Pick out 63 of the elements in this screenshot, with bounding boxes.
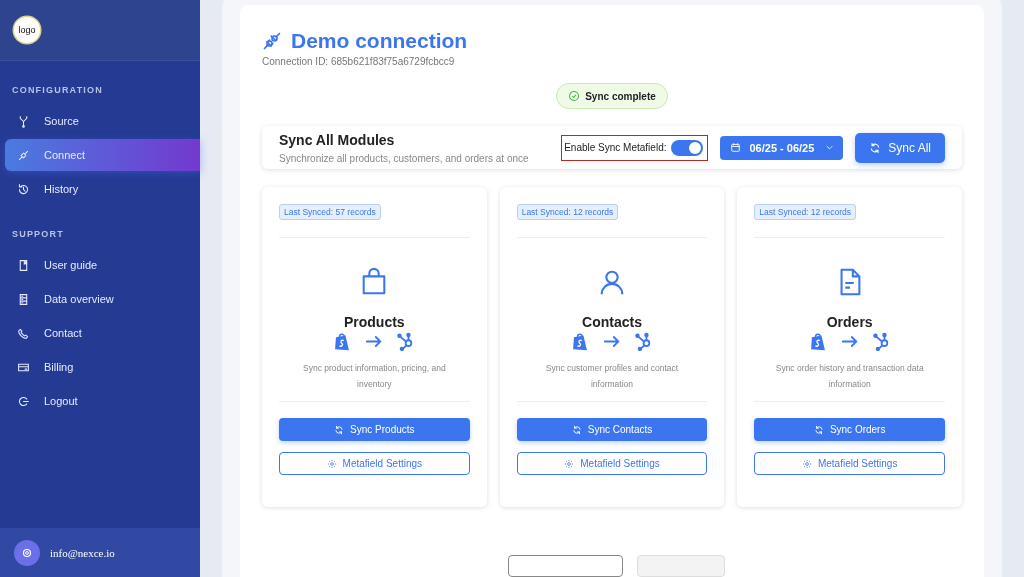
clock-icon — [17, 182, 30, 196]
shopping-bag-logo-icon — [808, 332, 827, 351]
section-heading: CONFIGURATION — [11, 84, 104, 97]
arrow-icon — [603, 335, 621, 348]
records-badge: Last Synced: 12 records — [516, 204, 619, 220]
nav-item[interactable]: Billing — [5, 351, 200, 383]
nav-item[interactable]: History — [5, 173, 200, 205]
gear-icon — [564, 458, 575, 469]
plug-icon — [262, 31, 282, 51]
arrow-icon — [840, 335, 859, 348]
check-circle-icon — [568, 90, 581, 102]
metafield-settings-button[interactable]: Metafield Settings — [754, 452, 945, 475]
status-text: Sync complete — [585, 90, 656, 102]
metafield-settings-button[interactable]: Metafield Settings — [279, 452, 470, 475]
shopping-bag-logo-icon — [571, 332, 589, 351]
module-title: Contacts — [582, 314, 642, 330]
user-email: info@nexce.io — [50, 546, 115, 559]
records-badge: Last Synced: 12 records — [754, 204, 856, 220]
module-title: Orders — [826, 314, 873, 330]
gear-icon — [801, 458, 812, 469]
hub-icon — [635, 332, 653, 351]
outlined-button[interactable] — [507, 555, 623, 577]
refresh-icon — [571, 424, 582, 435]
metafield-settings-button[interactable]: Metafield Settings — [516, 452, 708, 475]
connection-id: Connection ID: 685b621f83f75a6729fcbcc9 — [262, 56, 456, 67]
arrow-icon — [365, 335, 384, 348]
logo: logo — [14, 17, 40, 43]
nav-item[interactable]: User guide — [5, 249, 200, 281]
fork-icon — [17, 114, 30, 128]
nav-item[interactable]: Connect — [5, 139, 200, 171]
phone-icon — [17, 326, 30, 340]
section-title: Sync All Modules — [279, 131, 396, 148]
gear-icon — [326, 458, 337, 469]
logout-icon — [17, 394, 30, 408]
refresh-icon — [813, 424, 824, 435]
section-subtitle: Synchronize all products, customers, and orders at once — [279, 152, 530, 164]
module-description: Sync customer profiles and contact information — [544, 362, 680, 391]
date-range-button[interactable]: 06/25 - 06/25 — [720, 135, 844, 160]
refresh-icon — [869, 141, 882, 154]
toggle-switch[interactable] — [671, 139, 704, 156]
page-title: Demo connection — [291, 29, 468, 53]
nav-item[interactable]: Logout — [5, 385, 200, 417]
plug-icon — [17, 148, 30, 162]
module-description: Sync order history and transaction data information — [774, 362, 925, 391]
module-title: Products — [344, 314, 405, 330]
book-icon — [17, 258, 30, 272]
hub-icon — [872, 332, 891, 351]
records-badge: Last Synced: 57 records — [279, 204, 381, 220]
calendar-icon — [730, 142, 742, 153]
sync-button[interactable]: Sync Orders — [754, 418, 945, 441]
caret-icon — [826, 145, 834, 150]
refresh-icon — [334, 424, 345, 435]
sync-all-button[interactable]: Sync All — [855, 132, 945, 163]
module-description: Sync product information, pricing, and inventory — [302, 362, 447, 391]
nav-item[interactable]: Contact — [5, 317, 200, 349]
list-icon — [17, 292, 30, 306]
shopping-bag-logo-icon — [333, 332, 352, 351]
sync-button[interactable]: Sync Products — [279, 418, 470, 441]
sync-button[interactable]: Sync Contacts — [516, 418, 708, 441]
section-heading: SUPPORT — [11, 228, 65, 241]
toggle-label: Enable Sync Metafield: — [564, 142, 667, 153]
nav-item[interactable]: Data overview — [5, 283, 200, 315]
nav-item[interactable]: Source — [5, 105, 200, 137]
